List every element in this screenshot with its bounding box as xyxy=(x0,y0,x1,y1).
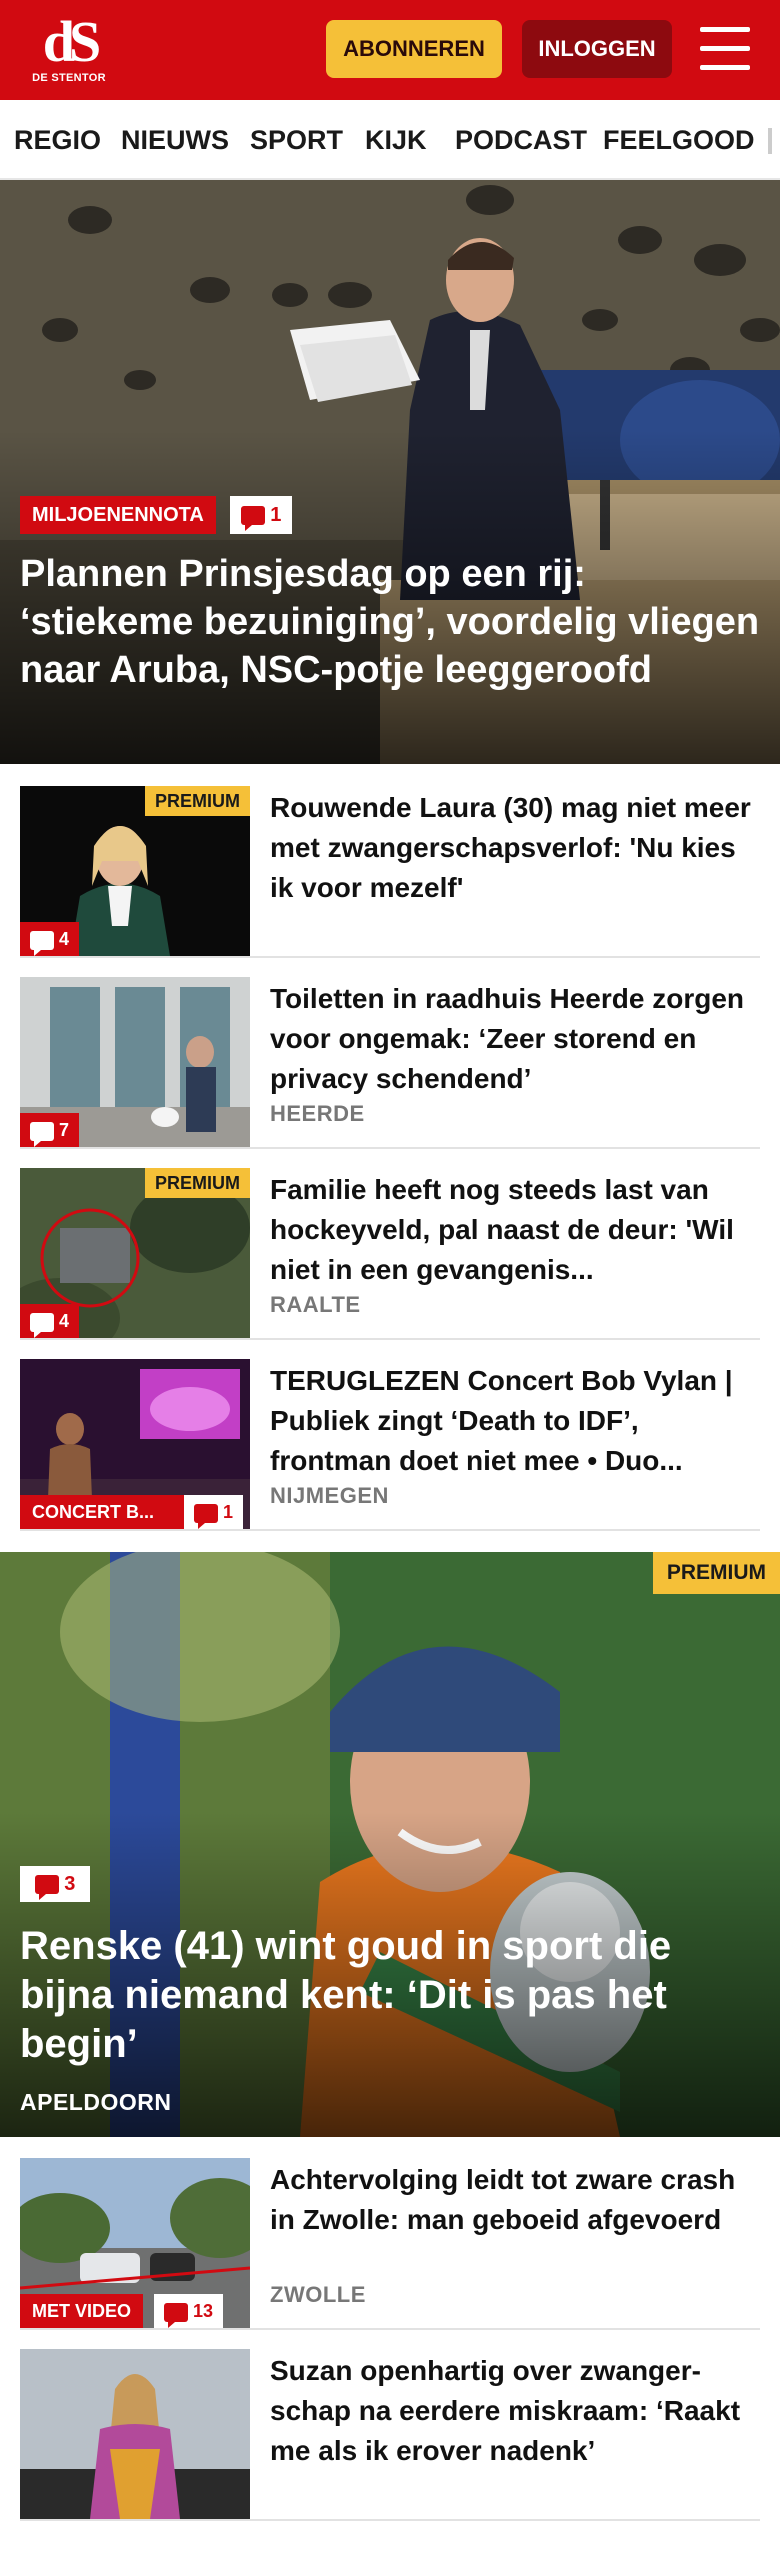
hero-comment-badge[interactable]: 1 xyxy=(230,496,292,534)
article-category: HEERDE xyxy=(270,1101,365,1126)
premium-badge: PREMIUM xyxy=(145,786,250,816)
nav-item-kijk[interactable]: KIJK xyxy=(365,100,427,178)
nav-item-regio[interactable]: REGIO xyxy=(14,100,101,178)
comment-badge[interactable]: 13 xyxy=(154,2294,224,2328)
premium-badge: PREMIUM xyxy=(145,1168,250,1198)
nav-item-nieuws[interactable]: NIEUWS xyxy=(121,100,229,178)
hero-title: Plannen Prinsjesdag op een rij: ‘stiekem… xyxy=(20,553,760,691)
article-category: NIJMEGEN xyxy=(270,1483,389,1508)
video-tag: MET VIDEO xyxy=(20,2294,144,2328)
logo-text: DE STENTOR xyxy=(32,72,106,84)
article-tag: CONCERT B... xyxy=(20,1495,184,1529)
article-title: Achtervolging leidt tot zware crash in Z… xyxy=(270,2164,736,2235)
subscribe-button[interactable]: ABONNEREN xyxy=(326,20,502,78)
hero-tag: MILJOENENNOTA xyxy=(20,496,216,534)
comment-badge[interactable]: 7 xyxy=(20,1113,80,1147)
premium-badge: PREMIUM xyxy=(652,1552,780,1594)
comment-icon xyxy=(30,1312,54,1338)
article-thumbnail xyxy=(20,2349,250,2519)
feature-comment-badge[interactable]: 3 xyxy=(20,1866,90,1902)
comment-badge[interactable]: 4 xyxy=(20,1304,80,1338)
feature-article[interactable]: PREMIUM 3 Renske (41) wint goud in sport… xyxy=(0,1552,780,2137)
comment-badge[interactable]: 1 xyxy=(184,1495,244,1529)
article-title: Toiletten in raadhuis Heerde zorgen voor… xyxy=(270,983,745,1094)
hero-article[interactable]: MILJOENENNOTA 1 Plannen Prinsjesdag op e… xyxy=(0,180,780,764)
comment-icon xyxy=(194,1503,218,1529)
comment-count: 4 xyxy=(59,1311,70,1331)
article-card[interactable]: PREMIUM 4 Rouwende Laura (30) mag niet m… xyxy=(20,786,760,958)
article-card[interactable]: CONCERT B... 1 TERUGLEZEN Concert Bob Vy… xyxy=(20,1359,760,1531)
site-logo[interactable]: dS DE STENTOR xyxy=(28,9,110,86)
hamburger-menu-icon[interactable] xyxy=(700,27,750,71)
comment-badge[interactable]: 4 xyxy=(20,922,80,956)
logo-mark: dS xyxy=(42,9,102,74)
article-title: TERUGLEZEN Concert Bob Vylan | Publiek z… xyxy=(270,1365,733,1476)
article-card[interactable]: MET VIDEO 13 Achtervolging leidt tot zwa… xyxy=(20,2158,760,2330)
article-thumbnail: CONCERT B... 1 xyxy=(20,1359,250,1529)
comment-count: 13 xyxy=(193,2301,214,2321)
article-title: Suzan openhartig over zwanger­schap na e… xyxy=(270,2355,741,2466)
article-thumbnail: PREMIUM 4 xyxy=(20,786,250,956)
comment-icon xyxy=(30,1121,54,1147)
feature-category: APELDOORN xyxy=(20,2089,172,2115)
article-category: ZWOLLE xyxy=(270,2282,366,2307)
feature-title: Renske (41) wint goud in sport die bijna… xyxy=(20,1924,672,2066)
nav-overflow-indicator xyxy=(768,128,772,154)
article-card[interactable]: 7 Toiletten in raadhuis Heerde zorgen vo… xyxy=(20,977,760,1149)
article-card[interactable]: Suzan openhartig over zwanger­schap na e… xyxy=(20,2349,760,2521)
comment-icon xyxy=(34,1875,59,1901)
feature-comment-count: 3 xyxy=(64,1873,76,1895)
article-thumbnail: PREMIUM 4 xyxy=(20,1168,250,1338)
comment-icon xyxy=(30,930,54,956)
hero-comment-count: 1 xyxy=(270,504,282,526)
login-button[interactable]: INLOGGEN xyxy=(522,20,672,78)
section-nav: REGIO NIEUWS SPORT KIJK PODCAST FEELGOOD xyxy=(0,100,780,180)
nav-item-sport[interactable]: SPORT xyxy=(250,100,343,178)
article-title: Familie heeft nog steeds last van hockey… xyxy=(270,1174,734,1285)
comment-count: 4 xyxy=(59,929,70,949)
article-category: RAALTE xyxy=(270,1292,361,1317)
article-card[interactable]: PREMIUM 4 Familie heeft nog steeds last … xyxy=(20,1168,760,1340)
article-title: Rouwende Laura (30) mag niet meer met zw… xyxy=(270,792,751,903)
site-header: dS DE STENTOR ABONNEREN INLOGGEN xyxy=(0,0,780,100)
comment-icon xyxy=(240,506,265,532)
comment-icon xyxy=(164,2302,188,2328)
article-thumbnail: 7 xyxy=(20,977,250,1147)
comment-count: 1 xyxy=(223,1502,234,1522)
nav-item-feelgood[interactable]: FEELGOOD xyxy=(603,100,755,178)
comment-count: 7 xyxy=(59,1120,70,1140)
article-thumbnail: MET VIDEO 13 xyxy=(20,2158,250,2328)
nav-item-podcast[interactable]: PODCAST xyxy=(455,100,587,178)
